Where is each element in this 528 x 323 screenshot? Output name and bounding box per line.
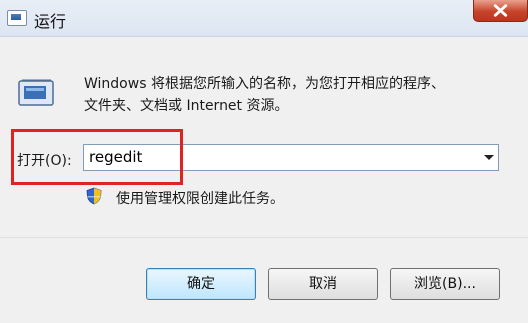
button-bar: 确定 取消 浏览(B)...	[0, 237, 528, 323]
cancel-button[interactable]: 取消	[268, 268, 378, 300]
admin-note: 使用管理权限创建此任务。	[116, 191, 284, 207]
window-title: 运行	[34, 12, 67, 31]
open-input[interactable]: regedit	[89, 148, 142, 166]
run-icon	[7, 10, 27, 26]
dropdown-arrow-icon[interactable]	[484, 155, 494, 160]
dialog-content: Windows 将根据您所输入的名称，为您打开相应的程序、 文件夹、文档或 In…	[0, 37, 528, 237]
title-bar: 运行	[0, 0, 528, 37]
close-button[interactable]	[473, 0, 528, 22]
uac-shield-icon	[86, 187, 102, 205]
description-line-1: Windows 将根据您所输入的名称，为您打开相应的程序、	[84, 76, 445, 92]
open-label: 打开(O):	[17, 153, 72, 169]
run-program-icon	[18, 79, 54, 106]
open-combobox[interactable]: regedit	[83, 144, 499, 171]
ok-button[interactable]: 确定	[146, 268, 256, 300]
close-icon	[493, 4, 508, 17]
description-line-2: 文件夹、文档或 Internet 资源。	[84, 98, 289, 114]
browse-button[interactable]: 浏览(B)...	[390, 268, 500, 300]
